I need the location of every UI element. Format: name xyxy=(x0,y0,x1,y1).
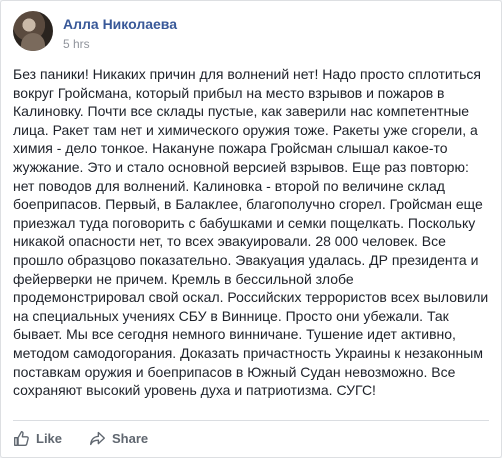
post-timestamp[interactable]: 5 hrs xyxy=(63,37,90,51)
post-card: Алла Николаева 5 hrs Без паники! Никаких… xyxy=(0,0,502,458)
author-name[interactable]: Алла Николаева xyxy=(63,16,177,32)
share-arrow-icon xyxy=(90,431,105,445)
post-text: Без паники! Никаких причин для волнений … xyxy=(13,66,489,399)
like-button[interactable]: Like xyxy=(13,425,62,451)
share-button[interactable]: Share xyxy=(89,425,148,451)
share-label: Share xyxy=(112,430,149,446)
thumbs-up-icon xyxy=(14,430,29,446)
avatar[interactable] xyxy=(13,11,53,51)
like-label: Like xyxy=(36,430,63,446)
divider xyxy=(13,420,489,421)
